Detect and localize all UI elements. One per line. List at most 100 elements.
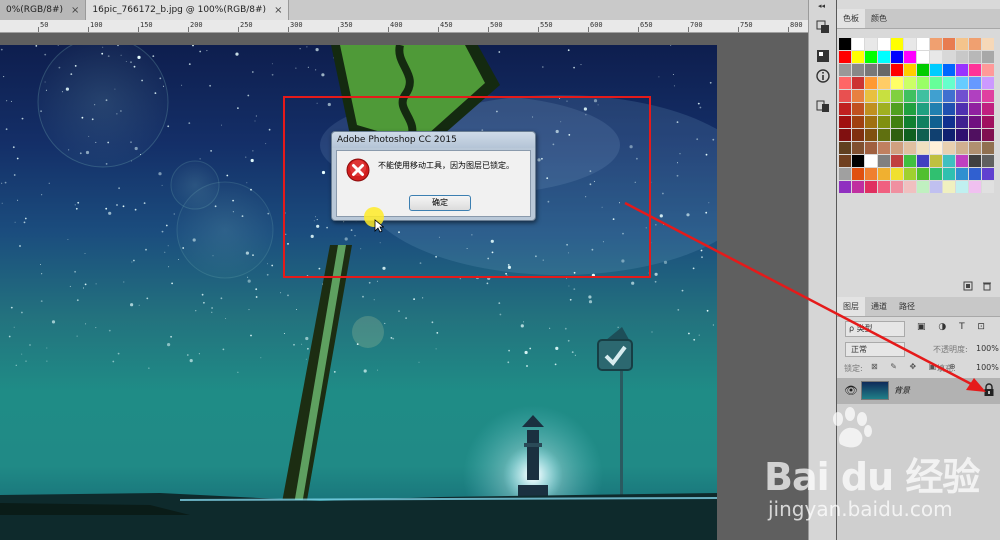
- history-icon[interactable]: [816, 20, 830, 34]
- layer-filter-icons[interactable]: ▣ ◑ T ⊡: [917, 322, 990, 332]
- layer-row-background[interactable]: 👁 背景: [837, 378, 1000, 404]
- tab-layers[interactable]: 图层: [837, 297, 865, 316]
- color-swatch[interactable]: [917, 103, 929, 115]
- color-swatch[interactable]: [943, 155, 955, 167]
- color-swatch[interactable]: [891, 51, 903, 63]
- color-swatch[interactable]: [956, 103, 968, 115]
- color-swatch[interactable]: [839, 129, 851, 141]
- trash-icon[interactable]: [982, 281, 992, 291]
- color-swatch[interactable]: [982, 64, 994, 76]
- tab-channels[interactable]: 通道: [865, 297, 893, 316]
- horizontal-ruler[interactable]: 50 100 150 200 250 300 350 400 450 500 550 600 650 70…: [0, 20, 808, 33]
- color-swatch[interactable]: [969, 90, 981, 102]
- color-swatch[interactable]: [943, 38, 955, 50]
- color-swatch[interactable]: [917, 168, 929, 180]
- color-swatch[interactable]: [891, 77, 903, 89]
- color-swatch[interactable]: [917, 129, 929, 141]
- color-swatch[interactable]: [865, 90, 877, 102]
- color-swatch[interactable]: [839, 103, 851, 115]
- color-swatch[interactable]: [956, 116, 968, 128]
- color-swatch[interactable]: [943, 64, 955, 76]
- color-swatch[interactable]: [865, 181, 877, 193]
- close-icon[interactable]: ×: [71, 5, 79, 16]
- fill-input[interactable]: 100%: [976, 363, 999, 372]
- color-swatch[interactable]: [891, 38, 903, 50]
- color-swatch[interactable]: [943, 168, 955, 180]
- color-swatch[interactable]: [930, 116, 942, 128]
- color-swatch[interactable]: [930, 77, 942, 89]
- color-swatch[interactable]: [865, 155, 877, 167]
- color-swatch[interactable]: [943, 77, 955, 89]
- color-swatch[interactable]: [943, 116, 955, 128]
- color-swatch[interactable]: [969, 116, 981, 128]
- color-swatch[interactable]: [956, 168, 968, 180]
- color-swatch[interactable]: [891, 168, 903, 180]
- visibility-eye-icon[interactable]: 👁: [844, 384, 858, 397]
- tab-paths[interactable]: 路径: [893, 297, 921, 316]
- blend-mode-select[interactable]: 正常: [845, 342, 905, 357]
- color-swatch[interactable]: [852, 168, 864, 180]
- color-swatch[interactable]: [878, 155, 890, 167]
- color-swatch[interactable]: [930, 51, 942, 63]
- color-swatch[interactable]: [943, 51, 955, 63]
- color-swatch[interactable]: [865, 77, 877, 89]
- color-swatch[interactable]: [917, 64, 929, 76]
- color-swatch[interactable]: [969, 51, 981, 63]
- color-swatch[interactable]: [878, 116, 890, 128]
- close-icon[interactable]: ×: [274, 5, 282, 16]
- color-swatch[interactable]: [930, 168, 942, 180]
- color-swatch[interactable]: [852, 142, 864, 154]
- color-swatch[interactable]: [878, 181, 890, 193]
- color-swatch[interactable]: [852, 90, 864, 102]
- color-swatch[interactable]: [956, 129, 968, 141]
- ok-button[interactable]: 确定: [409, 195, 471, 211]
- color-swatch[interactable]: [891, 155, 903, 167]
- color-swatch[interactable]: [917, 181, 929, 193]
- color-swatch[interactable]: [982, 155, 994, 167]
- color-swatch[interactable]: [904, 168, 916, 180]
- color-swatch[interactable]: [891, 90, 903, 102]
- document-tab-active[interactable]: 16pic_766172_b.jpg @ 100%(RGB/8#) ×: [86, 0, 290, 20]
- color-swatch[interactable]: [852, 155, 864, 167]
- properties-icon[interactable]: [816, 99, 830, 113]
- color-swatch[interactable]: [956, 64, 968, 76]
- color-swatch[interactable]: [904, 155, 916, 167]
- color-swatch[interactable]: [852, 64, 864, 76]
- color-swatch[interactable]: [878, 51, 890, 63]
- color-swatch[interactable]: [904, 90, 916, 102]
- color-swatch[interactable]: [878, 168, 890, 180]
- color-swatch[interactable]: [839, 142, 851, 154]
- color-swatch[interactable]: [904, 103, 916, 115]
- color-swatch[interactable]: [891, 103, 903, 115]
- color-swatch[interactable]: [852, 129, 864, 141]
- color-swatch[interactable]: [865, 142, 877, 154]
- tab-color[interactable]: 颜色: [865, 9, 893, 28]
- color-swatch[interactable]: [839, 181, 851, 193]
- color-swatch[interactable]: [956, 155, 968, 167]
- color-swatch[interactable]: [917, 116, 929, 128]
- color-swatch[interactable]: [956, 77, 968, 89]
- color-swatch[interactable]: [969, 168, 981, 180]
- color-swatch[interactable]: [930, 90, 942, 102]
- color-swatch[interactable]: [839, 64, 851, 76]
- color-swatch[interactable]: [839, 155, 851, 167]
- color-swatch[interactable]: [865, 103, 877, 115]
- color-swatch[interactable]: [956, 38, 968, 50]
- tab-swatches[interactable]: 色板: [837, 9, 865, 28]
- collapse-icon[interactable]: ◂◂: [818, 2, 825, 10]
- opacity-input[interactable]: 100%: [976, 344, 999, 353]
- color-swatch[interactable]: [917, 142, 929, 154]
- color-swatch[interactable]: [852, 77, 864, 89]
- color-swatch[interactable]: [943, 103, 955, 115]
- color-swatch[interactable]: [930, 142, 942, 154]
- color-swatch[interactable]: [878, 103, 890, 115]
- color-swatch[interactable]: [878, 90, 890, 102]
- color-swatch[interactable]: [943, 142, 955, 154]
- color-swatch[interactable]: [839, 38, 851, 50]
- color-swatch[interactable]: [852, 116, 864, 128]
- color-swatch[interactable]: [969, 77, 981, 89]
- color-swatch[interactable]: [930, 181, 942, 193]
- color-swatch[interactable]: [839, 77, 851, 89]
- color-swatch[interactable]: [865, 168, 877, 180]
- color-swatch[interactable]: [982, 181, 994, 193]
